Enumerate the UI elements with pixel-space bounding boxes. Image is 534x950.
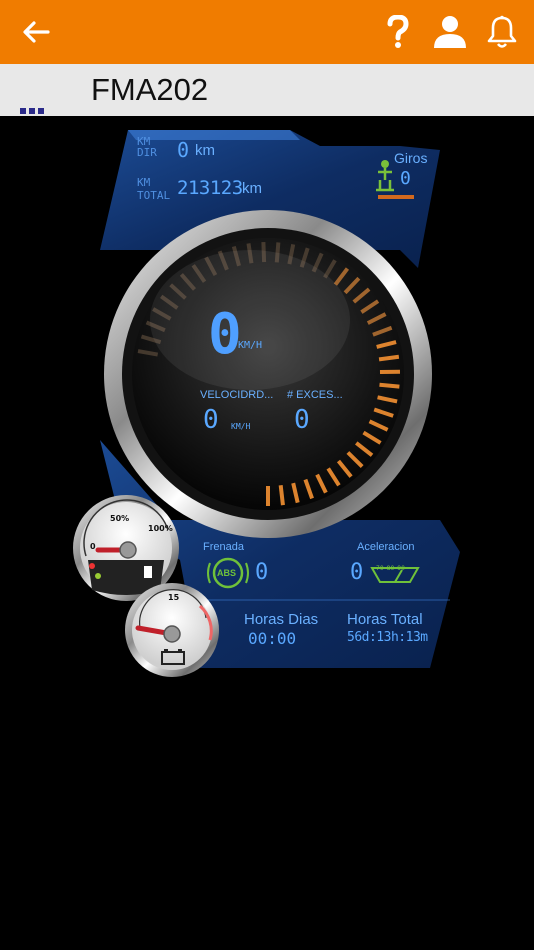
frenada-label: Frenada bbox=[203, 541, 244, 553]
giros-value: 0 bbox=[400, 168, 411, 189]
velocidad-label: VELOCIDRD... bbox=[200, 389, 274, 401]
help-button[interactable] bbox=[378, 12, 418, 52]
question-icon bbox=[387, 15, 409, 48]
notifications-button[interactable] bbox=[482, 12, 522, 52]
menu-button[interactable] bbox=[20, 100, 44, 114]
km-total-value: 213123 bbox=[177, 177, 243, 199]
profile-button[interactable] bbox=[430, 12, 470, 52]
km-total-unit: km bbox=[242, 180, 262, 197]
speed-unit: KM/H bbox=[238, 340, 263, 351]
arrow-left-icon bbox=[23, 21, 50, 43]
frenada-value: 0 bbox=[255, 560, 269, 585]
horas-dias-label: Horas Dias bbox=[244, 611, 319, 628]
velocidad-value: 0 bbox=[203, 405, 219, 435]
exceso-value: 0 bbox=[294, 405, 310, 435]
km-total-label: KM TOTAL bbox=[137, 176, 171, 202]
velocidad-unit: KM/H bbox=[231, 422, 251, 431]
fuel-tick-100: 100% bbox=[148, 524, 173, 533]
speed-tick bbox=[379, 382, 400, 389]
battery-tick-15: 15 bbox=[168, 593, 180, 602]
aceleracion-label: Aceleracion bbox=[357, 541, 415, 553]
fuel-tick-0: 0 bbox=[90, 542, 96, 551]
dashboard: KM DIR 0 km KM TOTAL 213123 km Giros 0 0 K… bbox=[0, 116, 534, 696]
aceleracion-value: 0 bbox=[350, 560, 364, 585]
speed-tick bbox=[378, 354, 400, 362]
km-dir-unit: km bbox=[195, 142, 215, 159]
fuel-tick-50: 50% bbox=[110, 514, 130, 523]
dots-icon bbox=[20, 108, 44, 114]
horas-total-value: 56d:13h:13m bbox=[347, 630, 428, 645]
app-toolbar bbox=[0, 0, 534, 64]
horas-total-label: Horas Total bbox=[347, 611, 423, 628]
user-icon bbox=[434, 16, 466, 48]
speed-tick bbox=[278, 485, 285, 506]
bell-icon bbox=[487, 15, 517, 48]
km-dir-label: KM DIR bbox=[137, 135, 157, 159]
page-title: FMA202 bbox=[91, 72, 209, 107]
giros-label: Giros bbox=[394, 150, 428, 166]
speed-value: 0 bbox=[208, 302, 242, 367]
dashboard-graphics bbox=[73, 130, 460, 677]
horas-dias-value: 00:00 bbox=[248, 629, 297, 648]
km-dir-value: 0 bbox=[177, 138, 190, 162]
vehicle-header: FMA202 bbox=[0, 64, 534, 116]
back-button[interactable] bbox=[16, 12, 56, 52]
acceleration-gauge-ticks: 70 80 90 bbox=[376, 565, 405, 572]
exceso-label: # EXCES... bbox=[287, 389, 343, 401]
abs-icon-text: ABS bbox=[217, 568, 237, 578]
